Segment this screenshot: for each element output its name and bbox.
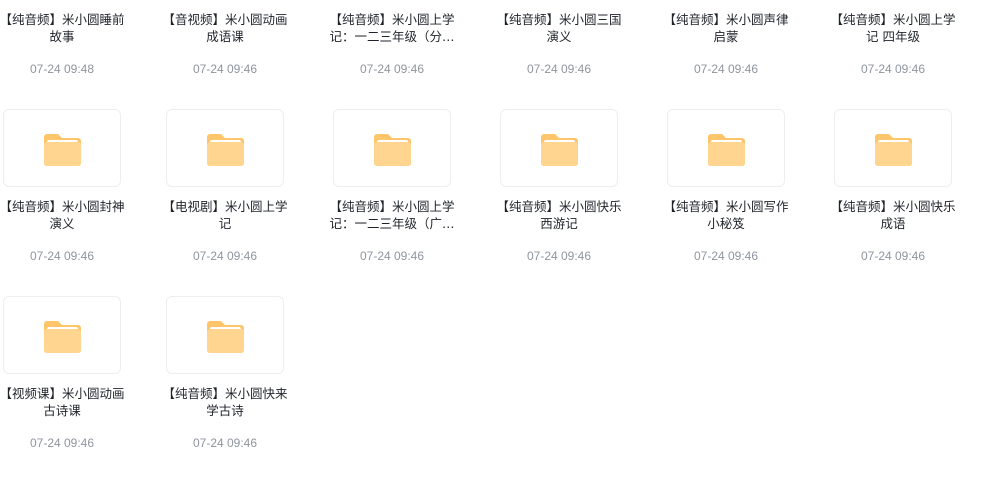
- folder-item-6[interactable]: 【纯音频】米小圆上学记 四年级 07-24 09:46: [830, 0, 955, 109]
- folder-name[interactable]: 【纯音频】米小圆上学记：一二三年级（广…: [326, 198, 458, 232]
- folder-date: 07-24 09:46: [192, 249, 258, 263]
- folder-thumbnail[interactable]: [166, 109, 284, 187]
- folder-item-8[interactable]: 【电视剧】米小圆上学记 07-24 09:46: [162, 109, 288, 296]
- folder-thumbnail[interactable]: [3, 109, 121, 187]
- folder-item-14[interactable]: 【纯音频】米小圆快来学古诗 07-24 09:46: [162, 296, 288, 483]
- folder-name[interactable]: 【纯音频】米小圆睡前故事: [0, 11, 128, 45]
- folder-icon: [541, 134, 578, 166]
- folder-thumbnail[interactable]: [500, 109, 618, 187]
- folder-date: 07-24 09:46: [29, 436, 95, 450]
- folder-icon: [374, 134, 411, 166]
- folder-name[interactable]: 【纯音频】米小圆上学记 四年级: [827, 11, 959, 45]
- folder-name[interactable]: 【纯音频】米小圆封神演义: [0, 198, 128, 232]
- folder-date: 07-24 09:46: [693, 62, 759, 76]
- folder-item-13[interactable]: 【视频课】米小圆动画古诗课 07-24 09:46: [0, 296, 125, 483]
- folder-item-2[interactable]: 【音视频】米小圆动画成语课 07-24 09:46: [162, 0, 287, 109]
- folder-date: 07-24 09:46: [359, 249, 425, 263]
- folder-item-3[interactable]: 【纯音频】米小圆上学记：一二三年级（分… 07-24 09:46: [329, 0, 454, 109]
- folder-name[interactable]: 【纯音频】米小圆声律启蒙: [660, 11, 792, 45]
- folder-name[interactable]: 【纯音频】米小圆快乐西游记: [493, 198, 625, 232]
- folder-name[interactable]: 【纯音频】米小圆三国演义: [493, 11, 625, 45]
- folder-item-9[interactable]: 【纯音频】米小圆上学记：一二三年级（广… 07-24 09:46: [329, 109, 455, 296]
- folder-date: 07-24 09:46: [192, 436, 258, 450]
- folder-icon: [207, 321, 244, 353]
- folder-item-1[interactable]: 【纯音频】米小圆睡前故事 07-24 09:48: [0, 0, 125, 109]
- folder-date: 07-24 09:48: [29, 62, 95, 76]
- folder-date: 07-24 09:46: [860, 249, 926, 263]
- folder-name[interactable]: 【纯音频】米小圆写作小秘笈: [660, 198, 792, 232]
- folder-item-4[interactable]: 【纯音频】米小圆三国演义 07-24 09:46: [496, 0, 621, 109]
- folder-name[interactable]: 【音视频】米小圆动画成语课: [159, 11, 291, 45]
- folder-item-10[interactable]: 【纯音频】米小圆快乐西游记 07-24 09:46: [496, 109, 622, 296]
- folder-icon: [44, 134, 81, 166]
- folder-icon: [875, 134, 912, 166]
- folder-name[interactable]: 【电视剧】米小圆上学记: [159, 198, 291, 232]
- folder-date: 07-24 09:46: [359, 62, 425, 76]
- folder-name[interactable]: 【视频课】米小圆动画古诗课: [0, 385, 128, 419]
- folder-name[interactable]: 【纯音频】米小圆快来学古诗: [159, 385, 291, 419]
- folder-icon: [207, 134, 244, 166]
- folder-thumbnail[interactable]: [333, 109, 451, 187]
- folder-name[interactable]: 【纯音频】米小圆快乐成语: [827, 198, 959, 232]
- folder-name[interactable]: 【纯音频】米小圆上学记：一二三年级（分…: [326, 11, 458, 45]
- folder-item-12[interactable]: 【纯音频】米小圆快乐成语 07-24 09:46: [830, 109, 956, 296]
- folder-icon: [708, 134, 745, 166]
- folder-date: 07-24 09:46: [192, 62, 258, 76]
- folder-date: 07-24 09:46: [860, 62, 926, 76]
- folder-thumbnail[interactable]: [834, 109, 952, 187]
- folder-date: 07-24 09:46: [526, 249, 592, 263]
- folder-thumbnail[interactable]: [166, 296, 284, 374]
- folder-date: 07-24 09:46: [29, 249, 95, 263]
- folder-grid: 【纯音频】米小圆睡前故事 07-24 09:48 【音视频】米小圆动画成语课 0…: [0, 0, 983, 456]
- folder-thumbnail[interactable]: [667, 109, 785, 187]
- folder-thumbnail[interactable]: [3, 296, 121, 374]
- folder-date: 07-24 09:46: [526, 62, 592, 76]
- folder-item-5[interactable]: 【纯音频】米小圆声律启蒙 07-24 09:46: [663, 0, 788, 109]
- folder-item-11[interactable]: 【纯音频】米小圆写作小秘笈 07-24 09:46: [663, 109, 789, 296]
- folder-date: 07-24 09:46: [693, 249, 759, 263]
- folder-item-7[interactable]: 【纯音频】米小圆封神演义 07-24 09:46: [0, 109, 125, 296]
- folder-icon: [44, 321, 81, 353]
